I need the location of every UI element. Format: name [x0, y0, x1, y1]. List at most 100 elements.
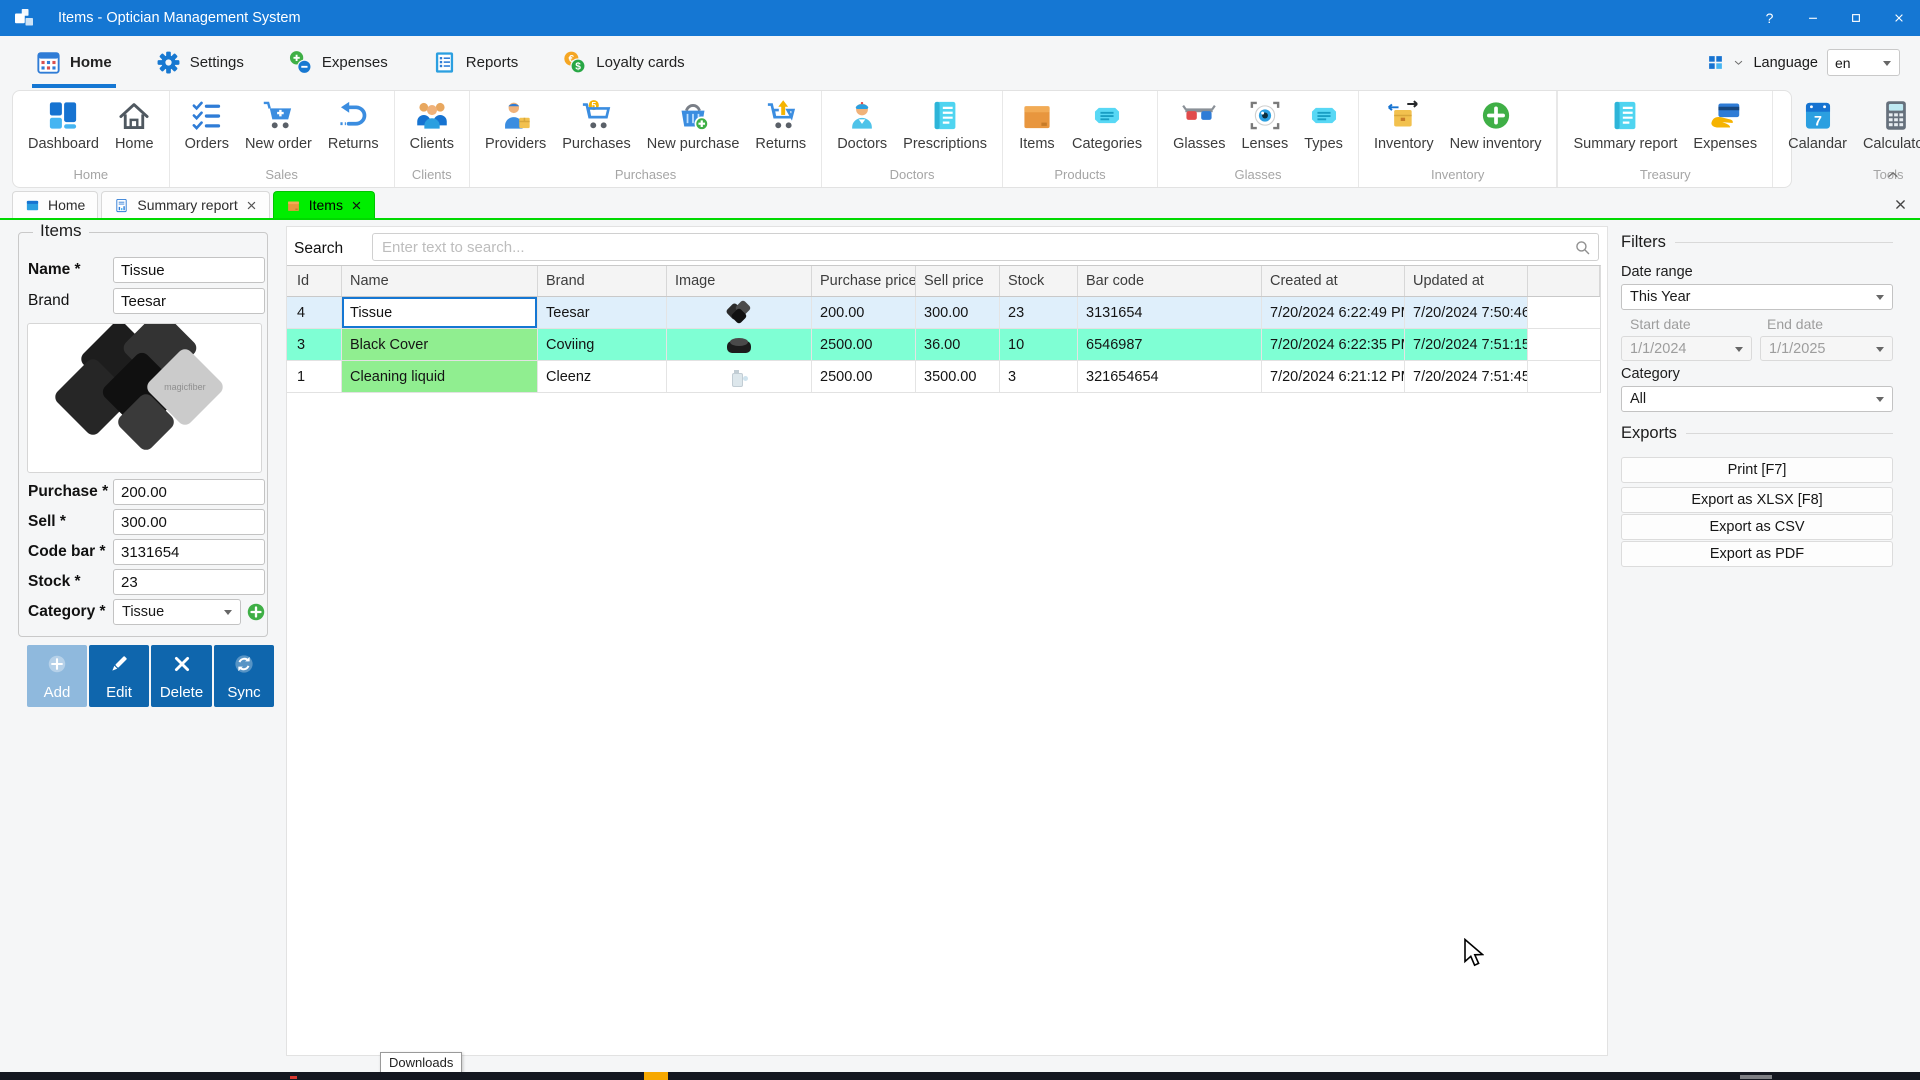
export-csv-button[interactable]: Export as CSV [1621, 514, 1893, 540]
ribbon-item-dashboard[interactable]: Dashboard [21, 96, 106, 154]
table-row[interactable]: 3 Black Cover Coviing 2500.00 36.00 10 6… [287, 329, 1600, 361]
apps-icon[interactable] [1707, 54, 1724, 71]
menu-tab-loyalty-cards[interactable]: Loyalty cards [562, 36, 684, 88]
cell-updated-at[interactable]: 7/20/2024 7:51:15 PM [1405, 329, 1528, 360]
ribbon-item-providers[interactable]: Providers [478, 96, 553, 154]
cell-bar-code[interactable]: 321654654 [1078, 361, 1262, 392]
cell-id[interactable]: 4 [287, 297, 342, 328]
ribbon-item-purchases[interactable]: Purchases [555, 96, 638, 154]
sell-field[interactable] [113, 509, 265, 535]
close-all-tabs-icon[interactable] [1894, 198, 1907, 211]
ribbon-item-summary-report[interactable]: Summary report [1566, 96, 1684, 154]
close-tab-icon[interactable] [351, 200, 362, 211]
ribbon-item-categories[interactable]: Categories [1065, 96, 1149, 154]
ribbon-item-types[interactable]: Types [1297, 96, 1350, 154]
column-header-brand[interactable]: Brand [538, 266, 667, 296]
cell-brand[interactable]: Teesar [538, 297, 667, 328]
stock-field[interactable] [113, 569, 265, 595]
ribbon-item-clients[interactable]: Clients [403, 96, 461, 154]
ribbon-item-returns[interactable]: Returns [321, 96, 386, 154]
print-button[interactable]: Print [F7] [1621, 457, 1893, 483]
menu-tab-expenses[interactable]: Expenses [288, 36, 388, 88]
ribbon-item-expenses[interactable]: Expenses [1686, 96, 1764, 154]
column-header-image[interactable]: Image [667, 266, 812, 296]
cell-brand[interactable]: Coviing [538, 329, 667, 360]
name-field[interactable] [113, 257, 265, 283]
ribbon-item-prescriptions[interactable]: Prescriptions [896, 96, 994, 154]
column-header-id[interactable]: Id [287, 266, 342, 296]
filter-category-select[interactable]: All [1621, 386, 1893, 412]
sync-button[interactable]: Sync [214, 645, 274, 707]
delete-button[interactable]: Delete [151, 645, 212, 707]
ribbon-item-lenses[interactable]: Lenses [1234, 96, 1295, 154]
menu-tab-home[interactable]: Home [36, 36, 112, 88]
cell-created-at[interactable]: 7/20/2024 6:22:35 PM [1262, 329, 1405, 360]
cell-name-focused[interactable]: Tissue [342, 297, 538, 328]
column-header-updated-at[interactable]: Updated at [1405, 266, 1528, 296]
add-button[interactable]: Add [27, 645, 87, 707]
menu-tab-settings[interactable]: Settings [156, 36, 244, 88]
ribbon-collapse-button[interactable] [1884, 168, 1902, 182]
ribbon-item-home[interactable]: Home [108, 96, 161, 154]
maximize-button[interactable] [1834, 0, 1877, 36]
add-category-button[interactable] [245, 601, 267, 623]
ribbon-item-orders[interactable]: Orders [178, 96, 236, 154]
column-header-stock[interactable]: Stock [1000, 266, 1078, 296]
help-button[interactable]: ? [1748, 0, 1791, 36]
ribbon-item-items[interactable]: Items [1011, 96, 1063, 154]
column-header-bar-code[interactable]: Bar code [1078, 266, 1262, 296]
date-range-select[interactable]: This Year [1621, 284, 1893, 310]
column-header-created-at[interactable]: Created at [1262, 266, 1405, 296]
cell-created-at[interactable]: 7/20/2024 6:22:49 PM [1262, 297, 1405, 328]
column-header-purchase-price[interactable]: Purchase price [812, 266, 916, 296]
table-row[interactable]: 1 Cleaning liquid Cleenz 2500.00 3500.00… [287, 361, 1600, 393]
column-header-sell-price[interactable]: Sell price [916, 266, 1000, 296]
cell-id[interactable]: 1 [287, 361, 342, 392]
ribbon-item-calandar[interactable]: Calandar [1781, 96, 1854, 154]
ribbon-item-calculator[interactable]: Calculator [1856, 96, 1920, 154]
ribbon-item-new-purchase[interactable]: New purchase [640, 96, 747, 154]
ribbon-item-inventory[interactable]: Inventory [1367, 96, 1441, 154]
doc-tab-summary-report[interactable]: Summary report [101, 191, 269, 218]
ribbon-item-purchase-returns[interactable]: Returns [748, 96, 813, 154]
cell-updated-at[interactable]: 7/20/2024 7:50:46 PM [1405, 297, 1528, 328]
search-input[interactable] [372, 233, 1599, 261]
menu-tab-reports[interactable]: Reports [432, 36, 519, 88]
cell-brand[interactable]: Cleenz [538, 361, 667, 392]
cell-stock[interactable]: 10 [1000, 329, 1078, 360]
cell-image-black-cover[interactable] [667, 329, 812, 360]
cell-id[interactable]: 3 [287, 329, 342, 360]
cell-image-cleaning-liquid[interactable] [667, 361, 812, 392]
cell-purchase-price[interactable]: 2500.00 [812, 329, 916, 360]
cell-updated-at[interactable]: 7/20/2024 7:51:45 PM [1405, 361, 1528, 392]
cell-name-highlighted[interactable]: Cleaning liquid [342, 361, 538, 392]
cell-bar-code[interactable]: 6546987 [1078, 329, 1262, 360]
search-icon[interactable] [1574, 239, 1591, 256]
ribbon-item-doctors[interactable]: Doctors [830, 96, 894, 154]
cell-sell-price[interactable]: 300.00 [916, 297, 1000, 328]
ribbon-item-new-order[interactable]: New order [238, 96, 319, 154]
edit-button[interactable]: Edit [89, 645, 149, 707]
cell-stock[interactable]: 3 [1000, 361, 1078, 392]
close-button[interactable] [1877, 0, 1920, 36]
cell-sell-price[interactable]: 3500.00 [916, 361, 1000, 392]
language-select[interactable]: en [1827, 49, 1900, 76]
purchase-field[interactable] [113, 479, 265, 505]
brand-field[interactable] [113, 288, 265, 314]
close-tab-icon[interactable] [246, 200, 257, 211]
category-select[interactable]: Tissue [113, 599, 241, 625]
chevron-down-icon[interactable] [1733, 57, 1744, 68]
doc-tab-home[interactable]: Home [12, 191, 98, 218]
column-header-name[interactable]: Name [342, 266, 538, 296]
cell-name-highlighted[interactable]: Black Cover [342, 329, 538, 360]
table-row[interactable]: 4 Tissue Teesar 200.00 300.00 23 3131654… [287, 297, 1600, 329]
cell-bar-code[interactable]: 3131654 [1078, 297, 1262, 328]
cell-sell-price[interactable]: 36.00 [916, 329, 1000, 360]
export-pdf-button[interactable]: Export as PDF [1621, 541, 1893, 567]
ribbon-item-glasses[interactable]: Glasses [1166, 96, 1232, 154]
cell-image-tissue[interactable] [667, 297, 812, 328]
export-xlsx-button[interactable]: Export as XLSX [F8] [1621, 487, 1893, 513]
doc-tab-items[interactable]: Items [273, 191, 375, 218]
cell-stock[interactable]: 23 [1000, 297, 1078, 328]
ribbon-item-new-inventory[interactable]: New inventory [1443, 96, 1549, 154]
